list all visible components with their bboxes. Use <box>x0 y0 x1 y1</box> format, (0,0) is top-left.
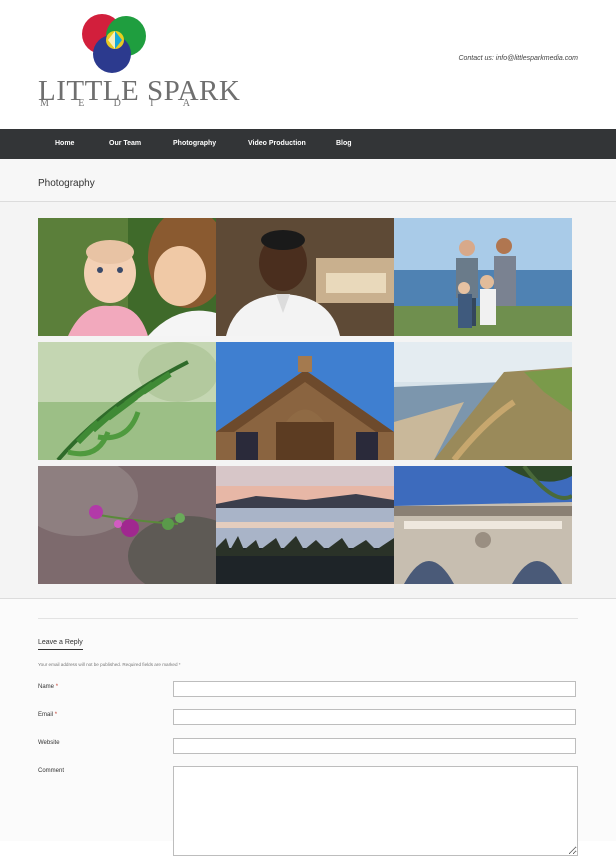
brand-sub-letter: M <box>40 98 49 109</box>
reply-heading: Leave a Reply <box>38 639 83 650</box>
name-field[interactable] <box>173 681 576 697</box>
nav-item-our-team[interactable]: Our Team <box>109 129 141 159</box>
required-note: Your email address will not be published… <box>38 662 181 667</box>
website-field[interactable] <box>173 738 576 754</box>
brand-sub-letter: A <box>182 98 190 109</box>
brand-sub: M E D I A <box>40 98 190 109</box>
gallery-photo-lake[interactable] <box>216 466 394 584</box>
contact-info: Contact us: info@littlesparkmedia.com <box>458 55 578 62</box>
gallery-photo-chef[interactable] <box>216 218 394 336</box>
comment-section: Leave a Reply Your email address will no… <box>0 599 616 856</box>
gallery-photo-church[interactable] <box>216 342 394 460</box>
required-marker: * <box>55 684 59 690</box>
nav-item-home[interactable]: Home <box>55 129 74 159</box>
comment-label: Comment <box>38 768 65 774</box>
gallery-photo-flowers[interactable] <box>38 466 216 584</box>
divider <box>38 618 578 619</box>
name-label: Name * <box>38 684 58 690</box>
brand-sub-letter: I <box>150 98 154 109</box>
gallery-photo-building[interactable] <box>394 466 572 584</box>
comment-textarea[interactable] <box>173 766 578 856</box>
website-label: Website <box>38 740 60 746</box>
gallery-photo-cliffs[interactable] <box>394 342 572 460</box>
gallery-photo-fern[interactable] <box>38 342 216 460</box>
title-bar: Photography <box>0 159 616 202</box>
name-label-text: Name <box>38 684 55 690</box>
gallery-photo-mother-baby[interactable] <box>38 218 216 336</box>
brand-sub-letter: D <box>113 98 121 109</box>
email-label-text: Email <box>38 712 54 718</box>
required-marker: * <box>54 712 58 718</box>
email-field[interactable] <box>173 709 576 725</box>
logo-icon[interactable] <box>80 12 148 74</box>
gallery-photo-family[interactable] <box>394 218 572 336</box>
main-nav: Home Our Team Photography Video Producti… <box>0 129 616 159</box>
nav-item-video-production[interactable]: Video Production <box>248 129 306 159</box>
site-header: LITTLE SPARK M E D I A Contact us: info@… <box>0 0 616 129</box>
brand-sub-letter: E <box>78 98 85 109</box>
nav-item-photography[interactable]: Photography <box>173 129 216 159</box>
page-title: Photography <box>38 178 95 189</box>
nav-item-blog[interactable]: Blog <box>336 129 352 159</box>
photo-gallery <box>0 202 616 599</box>
email-label: Email * <box>38 712 57 718</box>
